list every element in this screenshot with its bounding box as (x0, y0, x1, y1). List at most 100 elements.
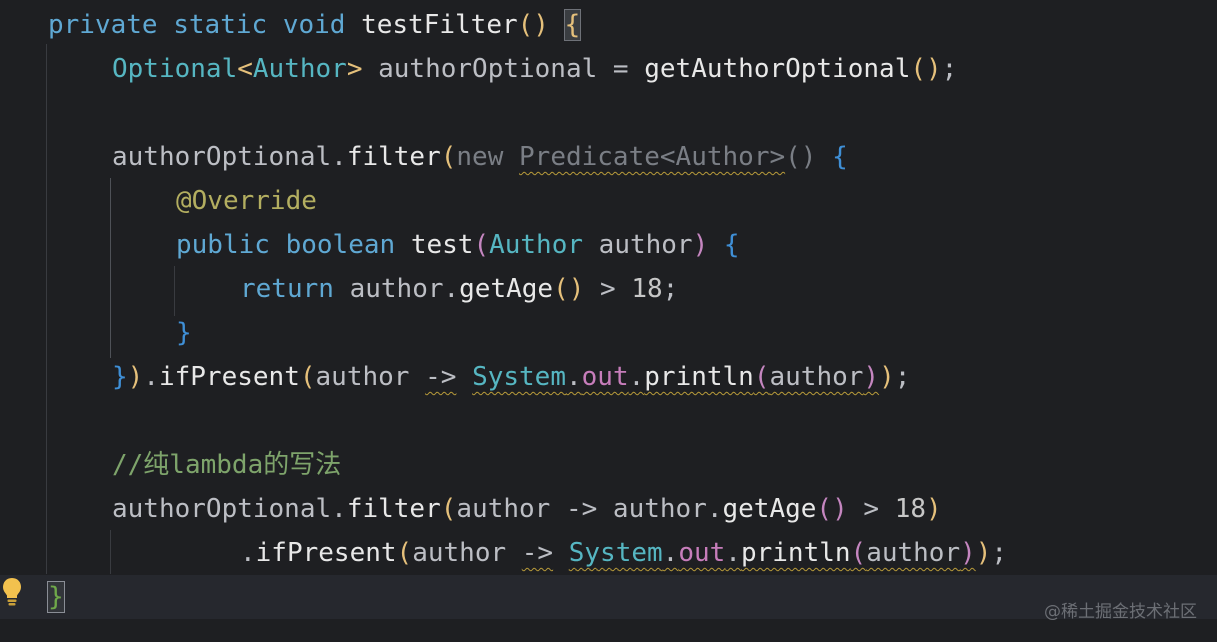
code-line[interactable]: .ifPresent(author -> System.out.println(… (0, 531, 1217, 575)
line-code: //纯lambda的写法 (112, 443, 341, 487)
code-token: Optional (112, 54, 238, 84)
code-token: ) (975, 538, 992, 568)
code-line[interactable]: authorOptional.filter(author -> author.g… (0, 487, 1217, 531)
code-token: println (740, 538, 851, 568)
code-token: 18 (894, 494, 927, 524)
code-token: ) (692, 230, 709, 260)
code-token: . (331, 142, 347, 172)
code-line[interactable]: //纯lambda的写法 (0, 443, 1217, 487)
code-token: getAuthorOptional (644, 54, 911, 84)
code-token: static (173, 10, 283, 40)
code-token: Author (489, 230, 584, 260)
code-token: return (240, 274, 350, 304)
line-code: } (47, 575, 65, 619)
code-token: } (47, 581, 65, 613)
code-token: ifPresent (255, 538, 397, 568)
code-token: author (315, 362, 426, 392)
code-token: System (472, 362, 566, 392)
code-token: { (563, 9, 582, 41)
code-token: public (176, 230, 286, 260)
code-token: () (816, 494, 848, 524)
code-token: > (584, 274, 632, 304)
code-line[interactable] (0, 399, 1217, 443)
line-code: }).ifPresent(author -> System.out.printl… (112, 355, 910, 399)
code-token: authorOptional (112, 142, 332, 172)
line-code: public boolean test(Author author) { (176, 223, 740, 267)
line-code: authorOptional.filter(new Predicate<Auth… (112, 135, 848, 179)
code-token: . (143, 362, 159, 392)
code-token: ( (299, 362, 316, 392)
code-token: . (628, 362, 645, 392)
code-token: . (240, 538, 256, 568)
code-line[interactable]: return author.getAge() > 18; (0, 267, 1217, 311)
code-token: ; (894, 362, 911, 392)
code-editor[interactable]: private static void testFilter() { Optio… (0, 0, 1217, 642)
line-code: return author.getAge() > 18; (240, 267, 678, 311)
code-token: ( (753, 362, 770, 392)
code-line[interactable] (0, 91, 1217, 135)
code-token: filter (346, 142, 441, 172)
code-token: ( (440, 494, 457, 524)
line-code: } (176, 311, 192, 355)
code-token: ) (926, 494, 942, 524)
code-line[interactable]: authorOptional.filter(new Predicate<Auth… (0, 135, 1217, 179)
line-code: Optional<Author> authorOptional = getAut… (112, 47, 957, 91)
code-token: () (517, 10, 549, 40)
line-code: private static void testFilter() { (48, 3, 582, 47)
code-token: ) (127, 362, 144, 392)
code-token: out (581, 362, 629, 392)
code-token: author. (349, 274, 460, 304)
code-line[interactable]: Optional<Author> authorOptional = getAut… (0, 47, 1217, 91)
code-token: > (346, 54, 363, 84)
code-token: ( (440, 142, 457, 172)
code-token: -> (425, 362, 457, 392)
code-token: //纯lambda的写法 (112, 450, 342, 480)
code-token: -> (521, 538, 554, 568)
code-token: < (237, 54, 253, 84)
code-token: ; (941, 54, 958, 84)
code-token: author (412, 538, 522, 568)
code-token: . (565, 362, 582, 392)
code-token: author (769, 362, 864, 392)
code-token: test (410, 230, 474, 260)
code-token: ifPresent (158, 362, 300, 392)
code-line[interactable]: @Override (0, 179, 1217, 223)
code-token: testFilter (361, 10, 518, 40)
code-token: ( (473, 230, 490, 260)
code-token: getAge (722, 494, 817, 524)
code-token: { (723, 230, 740, 260)
code-line-current[interactable]: } (0, 575, 1217, 619)
code-token: Predicate<Author> (519, 142, 786, 172)
code-token: ) (863, 362, 880, 392)
code-token: new (456, 142, 520, 172)
code-token: private (48, 10, 174, 40)
code-token: () (785, 142, 833, 172)
code-token: () (910, 54, 942, 84)
code-token: ) (960, 538, 976, 568)
code-line[interactable]: private static void testFilter() { (0, 3, 1217, 47)
code-token: void (282, 10, 362, 40)
code-token: authorOptional (378, 54, 598, 84)
code-token: System (568, 538, 663, 568)
code-line[interactable]: }).ifPresent(author -> System.out.printl… (0, 355, 1217, 399)
code-token: = (597, 54, 645, 84)
code-token: filter (346, 494, 441, 524)
code-token: ( (850, 538, 867, 568)
code-token: Author (252, 54, 347, 84)
code-token: boolean (285, 230, 411, 260)
code-token: { (832, 142, 848, 172)
code-token: . (331, 494, 347, 524)
code-token: 18 (631, 274, 663, 304)
code-line[interactable]: } (0, 311, 1217, 355)
code-token: getAge (459, 274, 554, 304)
lightbulb-icon[interactable] (1, 576, 23, 608)
line-code: .ifPresent(author -> System.out.println(… (240, 531, 1007, 575)
code-line[interactable]: public boolean test(Author author) { (0, 223, 1217, 267)
watermark: @稀土掘金技术社区 (1044, 602, 1197, 622)
code-token: ( (396, 538, 413, 568)
